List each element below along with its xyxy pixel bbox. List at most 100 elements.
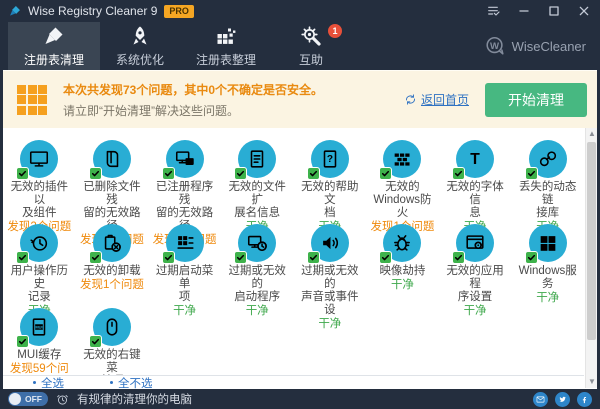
check-badge-icon[interactable] [525,251,538,264]
check-badge-icon[interactable] [234,167,247,180]
check-badge-icon[interactable] [162,251,175,264]
registry-category-item[interactable]: 用户操作历史 记录 干净 [3,224,76,308]
check-badge-icon[interactable] [525,167,538,180]
registry-category-item[interactable]: 过期或无效的 声音或事件设 干净 [294,224,367,308]
check-badge-icon[interactable] [307,167,320,180]
check-badge-icon[interactable] [89,335,102,348]
registry-category-item[interactable]: 无效的右键菜 单项 [76,308,149,375]
check-badge-icon[interactable] [379,251,392,264]
brand-text: WiseCleaner [512,39,586,54]
category-label: 过期或无效的 声音或事件设 [296,265,365,317]
window-controls [486,3,592,19]
registry-category-item[interactable]: 已删除文件残 留的无效路径 发现4个问题 [76,140,149,224]
facebook-icon[interactable] [577,392,592,407]
start-cleaning-button[interactable]: 开始清理 [485,83,587,117]
tab-help[interactable]: 互助 1 [272,22,350,70]
vertical-scrollbar[interactable]: ▲ ▼ [585,128,597,388]
scan-result-banner: 本次共发现73个问题，其中0个不确定是否安全。 请立即“开始清理”解决这些问题。… [3,70,597,128]
category-label: Windows服务 [513,265,582,291]
check-badge-icon[interactable] [89,251,102,264]
check-badge-icon[interactable] [452,167,465,180]
category-icon [456,224,494,262]
selection-links-row: 全选 全不选 [3,375,584,389]
mail-icon[interactable] [533,392,548,407]
window-menu-icon[interactable] [486,3,502,19]
titlebar: Wise Registry Cleaner 9 PRO [0,0,600,22]
main-content: 无效的插件以 及组件 发现2个问题 已删除文件残 留的无效路径 发现4个问题 已… [3,128,597,389]
registry-category-item[interactable]: MUI MUI缓存 发现59个问题 [3,308,76,375]
category-label: 无效的 Windows防火 [368,181,437,220]
tab-registry-defrag[interactable]: 注册表整理 [180,22,272,70]
category-status: 干净 [150,305,219,318]
category-label: 无效的文件扩 展名信息 [223,181,292,220]
check-badge-icon[interactable] [452,251,465,264]
back-home-link[interactable]: 返回首页 [404,91,469,108]
check-badge-icon[interactable] [234,251,247,264]
tab-registry-cleaner[interactable]: 注册表清理 [8,22,100,70]
registry-category-item[interactable]: 已注册程序残 留的无效路径 发现6个问题 [148,140,221,224]
toggle-knob [9,393,21,405]
schedule-toggle[interactable]: OFF [8,392,48,406]
category-grid-viewport: 无效的插件以 及组件 发现2个问题 已删除文件残 留的无效路径 发现4个问题 已… [3,128,584,375]
gear-wrench-icon [299,24,323,48]
category-icon: T [456,140,494,178]
category-icon [20,224,58,262]
close-icon[interactable] [576,3,592,19]
registry-category-item[interactable]: 过期或无效的 启动程序 干净 [221,224,294,308]
svg-text:?: ? [327,154,333,165]
tab-system-tuneup[interactable]: 系统优化 [100,22,180,70]
registry-category-item[interactable]: 映像劫持 干净 [366,224,439,308]
category-label: 丢失的动态链 接库 [513,181,582,220]
registry-category-item[interactable]: 无效的应用程 序设置 干净 [439,224,512,308]
check-badge-icon[interactable] [16,335,29,348]
check-badge-icon[interactable] [89,167,102,180]
check-badge-icon[interactable] [307,251,320,264]
category-icon [20,140,58,178]
check-badge-icon[interactable] [16,167,29,180]
registry-category-item[interactable]: 无效的文件扩 展名信息 干净 [221,140,294,224]
category-status: 干净 [513,292,582,305]
registry-category-item[interactable]: 丢失的动态链 接库 干净 [511,140,584,224]
category-status: 干净 [296,318,365,331]
category-label: 无效的字体信 息 [441,181,510,220]
brand-logo: W WiseCleaner [484,22,600,70]
category-label: 无效的应用程 序设置 [441,265,510,304]
registry-category-item[interactable]: 无效的插件以 及组件 发现2个问题 [3,140,76,224]
category-icon: MUI [20,308,58,346]
category-icon [166,140,204,178]
brush-icon [42,24,66,48]
scroll-up-arrow[interactable]: ▲ [586,128,598,140]
category-status: 干净 [223,305,292,318]
category-icon [93,308,131,346]
scroll-down-arrow[interactable]: ▼ [586,376,598,388]
minimize-icon[interactable] [516,3,532,19]
registry-category-item[interactable]: 无效的卸载 发现1个问题 [76,224,149,308]
defrag-icon [214,24,238,48]
category-label: 过期或无效的 启动程序 [223,265,292,304]
category-icon: ? [311,140,349,178]
tab-label: 系统优化 [116,51,164,68]
check-badge-icon[interactable] [379,167,392,180]
refresh-icon [404,93,417,106]
registry-category-item[interactable]: 过期启动菜单 项 干净 [148,224,221,308]
category-icon [93,224,131,262]
registry-category-item[interactable]: ? 无效的帮助文 档 干净 [294,140,367,224]
registry-category-item[interactable]: 无效的 Windows防火 发现1个问题 [366,140,439,224]
back-home-label: 返回首页 [421,91,469,108]
svg-text:W: W [490,41,500,52]
tab-label: 注册表整理 [196,51,256,68]
statusbar: OFF 有规律的清理你的电脑 [0,389,600,409]
scrollbar-thumb[interactable] [587,142,596,340]
social-buttons [533,392,592,407]
alarm-clock-icon [56,393,69,406]
main-tabbar: 注册表清理 系统优化 注册表整理 互助 1 W WiseCleaner [0,22,600,70]
maximize-icon[interactable] [546,3,562,19]
check-badge-icon[interactable] [16,251,29,264]
registry-category-item[interactable]: T 无效的字体信 息 干净 [439,140,512,224]
category-label: 用户操作历史 记录 [5,265,74,304]
category-icon [166,224,204,262]
check-badge-icon[interactable] [162,167,175,180]
twitter-icon[interactable] [555,392,570,407]
registry-category-item[interactable]: Windows服务 干净 [511,224,584,308]
category-status: 发现59个问题 [5,363,74,375]
